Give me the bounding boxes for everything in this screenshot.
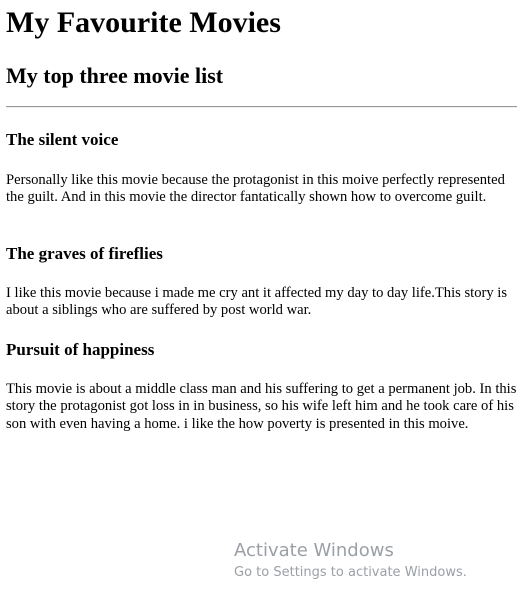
page-subtitle: My top three movie list	[6, 63, 224, 88]
watermark-subtitle: Go to Settings to activate Windows.	[234, 565, 467, 580]
movie-title-silent-voice: The silent voice	[6, 130, 119, 149]
activate-windows-watermark: Activate Windows Go to Settings to activ…	[234, 539, 467, 582]
movie-description-silent-voice: Personally like this movie because the p…	[6, 172, 505, 206]
web-page: My Favourite Movies My top three movie l…	[0, 0, 523, 593]
watermark-title: Activate Windows	[234, 540, 394, 561]
movie-description-pursuit-of-happiness: This movie is about a middle class man a…	[6, 381, 517, 432]
movie-description-graves-of-fireflies: I like this movie because i made me cry …	[6, 285, 508, 319]
movie-title-pursuit-of-happiness: Pursuit of happiness	[6, 340, 155, 359]
page-title: My Favourite Movies	[6, 6, 281, 39]
divider	[6, 106, 517, 108]
movie-title-graves-of-fireflies: The graves of fireflies	[6, 244, 163, 263]
